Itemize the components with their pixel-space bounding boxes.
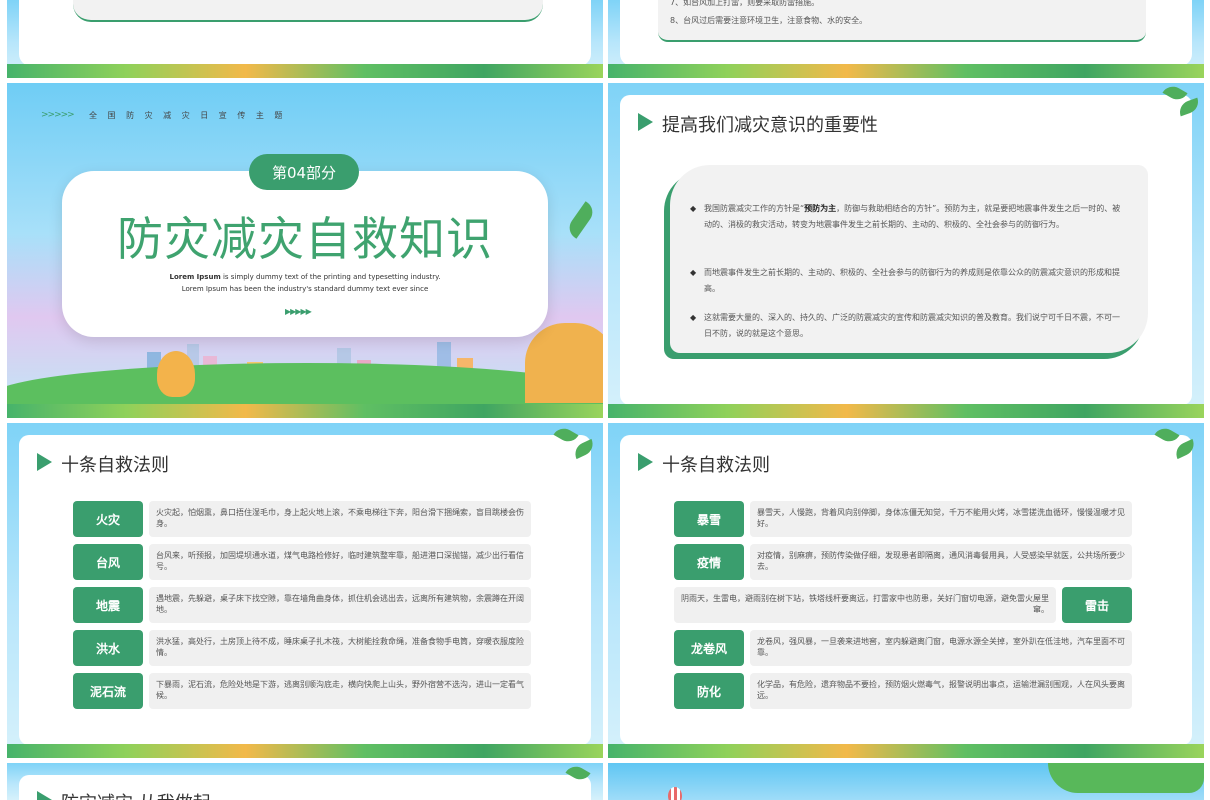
rule-row: 火灾 火灾起，怕烟熏，鼻口捂住湿毛巾，身上起火地上滚，不乘电梯往下奔，阳台滑下捆绳… [73, 501, 533, 537]
grass-decoration [7, 64, 603, 78]
slide-cover[interactable]: >>>>> 全 国 防 灾 减 灾 日 宣 传 主 题 第04部分 防灾减灾自救… [7, 83, 603, 418]
rule-row: 防化 化学品，有危险，遗弃物品不要捡，预防烟火燃毒气，报警说明出事点，运输泄漏别围… [674, 673, 1134, 709]
rule-label: 防化 [674, 673, 744, 709]
slide-bottom-right[interactable] [608, 763, 1204, 800]
section-title: 提高我们减灾意识的重要性 [662, 115, 878, 136]
title-triangle-icon [37, 453, 52, 471]
tree-decoration [1048, 763, 1204, 793]
rule-text: 龙卷风，强风暴，一旦袭来进地窖，室内躲避离门窗，电源水源全关掉，室外趴在低洼地，… [750, 630, 1132, 666]
title-triangle-icon [638, 113, 653, 131]
slide-top-right[interactable]: 7、如台风加上打雷，则要采取防雷措施。 8、台风过后需要注意环境卫生，注意食物、… [608, 0, 1204, 78]
grass-decoration [608, 64, 1204, 78]
title-triangle-icon [638, 453, 653, 471]
list-item: 7、如台风加上打雷，则要采取防雷措施。 [670, 0, 820, 7]
tree-decoration [157, 351, 195, 397]
rule-text: 遇地震，先躲避，桌子床下找空隙，靠在墙角曲身体，抓住机会逃出去，远离所有建筑物，… [149, 587, 531, 623]
rule-label: 暴雪 [674, 501, 744, 537]
grass-decoration [7, 744, 603, 758]
description-bold: Lorem Ipsum [169, 273, 221, 281]
description-text: is simply dummy text of the printing and… [181, 273, 441, 293]
inner-panel [73, 0, 543, 22]
grass-decoration [7, 404, 603, 418]
rule-row: 地震 遇地震，先躲避，桌子床下找空隙，靠在墙角曲身体，抓住机会逃出去，远离所有建筑… [73, 587, 533, 623]
slide-rules-left[interactable]: 十条自救法则 火灾 火灾起，怕烟熏，鼻口捂住湿毛巾，身上起火地上滚，不乘电梯往下奔… [7, 423, 603, 758]
rule-text: 暴雪天，人慢跑，背着风向别停脚，身体冻僵无知觉，千万不能用火烤，冰雪搓洗血循环，… [750, 501, 1132, 537]
slide-top-left[interactable] [7, 0, 603, 78]
grass-decoration [608, 404, 1204, 418]
bullet-item: 这就需要大量的、深入的、持久的、广泛的防震减灾的宣传和防震减灾知识的普及教育。我… [690, 310, 1124, 342]
leaf-decoration [564, 201, 598, 239]
cover-description: Lorem Ipsum is simply dummy text of the … [165, 271, 445, 295]
slide-bottom-left[interactable]: 防灾减灾 从我做起 [7, 763, 603, 800]
rule-label: 地震 [73, 587, 143, 623]
house-decoration [525, 323, 603, 403]
rule-row: 阴雨天，生雷电，避雨别在树下站，铁塔线杆要离远，打雷家中也防患，关好门窗切电源，… [674, 587, 1134, 623]
slide-rules-right[interactable]: 十条自救法则 暴雪 暴雪天，人慢跑，背着风向别停脚，身体冻僵无知觉，千万不能用火烤… [608, 423, 1204, 758]
section-title: 十条自救法则 [662, 455, 770, 476]
rule-text: 洪水猛，高处行，土房顶上待不成，睡床桌子扎木筏，大树能拴救命绳，准备食物手电筒，… [149, 630, 531, 666]
rules-list: 火灾 火灾起，怕烟熏，鼻口捂住湿毛巾，身上起火地上滚，不乘电梯往下奔，阳台滑下捆绳… [73, 501, 533, 721]
rule-row: 洪水 洪水猛，高处行，土房顶上待不成，睡床桌子扎木筏，大树能拴救命绳，准备食物手电… [73, 630, 533, 666]
rule-label: 火灾 [73, 501, 143, 537]
cover-subtitle: 全 国 防 灾 减 灾 日 宣 传 主 题 [89, 111, 287, 120]
rule-label: 洪水 [73, 630, 143, 666]
list-item: 8、台风过后需要注意环境卫生，注意食物、水的安全。 [670, 16, 868, 25]
rule-text: 下暴雨，泥石流，危险处地是下游，逃离别顺沟底走，横向快爬上山头，野外宿营不选沟，… [149, 673, 531, 709]
rule-row: 龙卷风 龙卷风，强风暴，一旦袭来进地窖，室内躲避离门窗，电源水源全关掉，室外趴在低… [674, 630, 1134, 666]
bullet-item: 我国防震减灾工作的方针是“预防为主，防御与救助相结合的方针”。预防为主，就是要把… [690, 201, 1124, 233]
rule-label: 疫情 [674, 544, 744, 580]
balloon-icon [668, 787, 682, 800]
arrows-left: >>>>> [41, 110, 75, 120]
grass-decoration [608, 744, 1204, 758]
slide-importance[interactable]: 提高我们减灾意识的重要性 我国防震减灾工作的方针是“预防为主，防御与救助相结合的… [608, 83, 1204, 418]
cover-title: 防灾减灾自救知识 [117, 212, 493, 266]
title-triangle-icon [37, 791, 52, 800]
rule-text: 化学品，有危险，遗弃物品不要捡，预防烟火燃毒气，报警说明出事点，运输泄漏别围观，… [750, 673, 1132, 709]
section-title: 十条自救法则 [61, 455, 169, 476]
bullet-item: 而地震事件发生之前长期的、主动的、积极的、全社会参与的防御行为的养成则是依靠公众… [690, 265, 1124, 297]
rule-row: 台风 台风来，听预报，加固堤坝通水道，煤气电路检修好，临时建筑整牢靠，船进港口深抛… [73, 544, 533, 580]
rules-list: 暴雪 暴雪天，人慢跑，背着风向别停脚，身体冻僵无知觉，千万不能用火烤，冰雪搓洗血循… [674, 501, 1134, 721]
rule-text: 对疫情，别麻痹，预防传染做仔细，发现患者即隔离，通风消毒餐用具，人受感染早就医，… [750, 544, 1132, 580]
rule-text: 台风来，听预报，加固堤坝通水道，煤气电路检修好，临时建筑整牢靠，船进港口深抛锚，… [149, 544, 531, 580]
rule-label: 台风 [73, 544, 143, 580]
rule-row: 疫情 对疫情，别麻痹，预防传染做仔细，发现患者即隔离，通风消毒餐用具，人受感染早就… [674, 544, 1134, 580]
rule-text: 阴雨天，生雷电，避雨别在树下站，铁塔线杆要离远，打雷家中也防患，关好门窗切电源，… [674, 587, 1056, 623]
rule-text: 火灾起，怕烟熏，鼻口捂住湿毛巾，身上起火地上滚，不乘电梯往下奔，阳台滑下捆绳索，… [149, 501, 531, 537]
rule-row: 暴雪 暴雪天，人慢跑，背着风向别停脚，身体冻僵无知觉，千万不能用火烤，冰雪搓洗血循… [674, 501, 1134, 537]
rule-label: 泥石流 [73, 673, 143, 709]
part-badge: 第04部分 [249, 154, 359, 190]
rule-row: 泥石流 下暴雨，泥石流，危险处地是下游，逃离别顺沟底走，横向快爬上山头，野外宿营不… [73, 673, 533, 709]
section-title: 防灾减灾 从我做起 [61, 789, 211, 800]
arrows-bottom: ▶▶▶▶▶ [285, 307, 312, 316]
rule-label: 雷击 [1062, 587, 1132, 623]
rule-label: 龙卷风 [674, 630, 744, 666]
